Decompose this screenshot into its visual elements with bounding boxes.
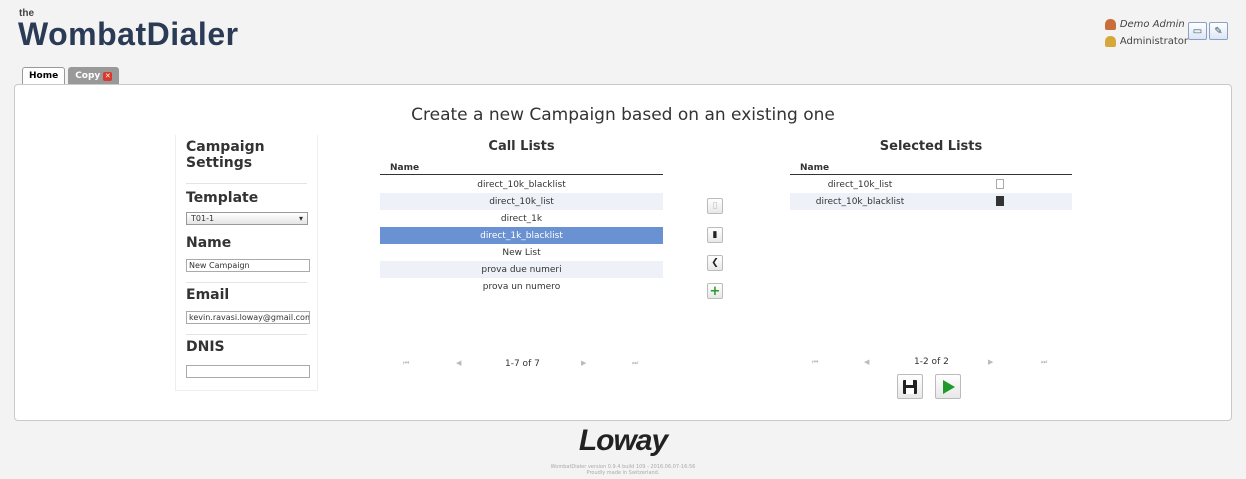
call-lists-pager-text: 1-7 of 7 [505,359,540,369]
tab-bar: Home Copy ✕ [22,67,120,84]
header-toolbar: ▭ ✎ [1188,22,1228,40]
first-page-icon[interactable]: ⏮ [403,359,409,368]
footer-version: WombatDialer version 0.9.4 build 109 - 2… [0,464,1246,476]
pencil-icon: ✎ [1214,25,1223,37]
plus-icon: + [709,283,721,299]
tab-home[interactable]: Home [22,67,66,84]
first-page-icon[interactable]: ⏮ [812,358,818,367]
prev-page-icon[interactable]: ◀ [456,359,461,367]
document-icon[interactable] [996,179,1004,189]
name-input[interactable]: New Campaign [186,259,310,272]
document-filled-icon: ▮ [712,230,718,240]
logo-text: WombatDialer [18,16,239,52]
tab-home-label: Home [29,71,59,81]
document-icon: ▯ [712,201,718,211]
footer-brand[interactable]: Loway [0,424,1246,458]
save-button[interactable] [897,374,923,399]
prev-page-icon[interactable]: ◀ [864,358,869,366]
window-icon: ▭ [1192,25,1203,37]
call-lists-title: Call Lists [488,139,555,154]
selected-list-name: direct_10k_list [827,179,893,190]
user-icon [1104,19,1116,30]
add-list-button[interactable]: ▯ [707,198,723,214]
call-list-row[interactable]: New List [380,244,663,261]
email-input[interactable]: kevin.ravasi.loway@gmail.com [186,311,310,324]
email-label: Email [186,287,230,303]
selected-list-row[interactable]: direct_10k_blacklist [790,193,1072,210]
template-select[interactable]: T01-1 ▾ [186,212,308,225]
new-list-button[interactable]: + [707,283,723,299]
chevron-down-icon: ▾ [298,214,303,223]
page-title: Create a new Campaign based on an existi… [411,105,835,125]
campaign-settings: Campaign Settings Template T01-1 ▾ Name N… [175,135,318,391]
call-list-row[interactable]: direct_10k_blacklist [380,176,663,193]
settings-heading: Campaign Settings [186,139,265,171]
start-button[interactable] [935,374,961,399]
selected-list-name: direct_10k_blacklist [815,196,905,207]
template-label: Template [186,190,259,206]
dnis-label: DNIS [186,339,225,355]
window-button[interactable]: ▭ [1188,22,1207,40]
user-name[interactable]: Demo Admin [1120,19,1185,30]
selected-list-row[interactable]: direct_10k_list [790,176,1072,193]
tab-copy[interactable]: Copy ✕ [68,67,120,84]
add-all-button[interactable]: ▮ [707,227,723,243]
divider [186,183,307,184]
selected-lists-header[interactable]: Name [790,163,1072,175]
document-icon[interactable] [996,196,1004,206]
next-page-icon[interactable]: ▶ [988,358,993,366]
chevron-left-icon: ❮ [711,258,719,268]
last-page-icon[interactable]: ⏭ [1041,358,1047,367]
close-tab-icon[interactable]: ✕ [103,71,113,81]
user-role: Administrator [1119,36,1188,47]
call-list-row[interactable]: direct_1k [380,210,663,227]
user-box: Demo Admin Administrator [1104,16,1188,50]
play-icon [943,379,955,394]
divider [186,282,307,283]
call-lists-header[interactable]: Name [380,163,663,175]
name-label: Name [186,235,232,251]
role-icon [1104,36,1116,47]
save-icon [903,379,917,394]
call-lists: direct_10k_blacklist direct_10k_list direc… [380,176,663,295]
remove-list-button[interactable]: ❮ [707,255,723,271]
edit-button[interactable]: ✎ [1209,22,1228,40]
last-page-icon[interactable]: ⏭ [632,359,638,368]
tab-copy-label: Copy [75,71,101,81]
call-list-row[interactable]: prova due numeri [380,261,663,278]
divider [186,334,307,335]
next-page-icon[interactable]: ▶ [581,359,586,367]
dnis-input[interactable] [186,365,310,378]
main-panel: Create a new Campaign based on an existi… [14,84,1232,421]
selected-lists-title: Selected Lists [879,139,983,154]
call-list-row[interactable]: direct_10k_list [380,193,663,210]
call-list-row[interactable]: direct_1k_blacklist [380,227,663,244]
template-value: T01-1 [191,214,215,223]
call-list-row[interactable]: prova un numero [380,278,663,295]
selected-lists-pager-text: 1-2 of 2 [914,357,949,367]
tagline-text: Proudly made in Switzerland. [586,470,660,476]
selected-lists: direct_10k_list direct_10k_blacklist [790,176,1072,210]
